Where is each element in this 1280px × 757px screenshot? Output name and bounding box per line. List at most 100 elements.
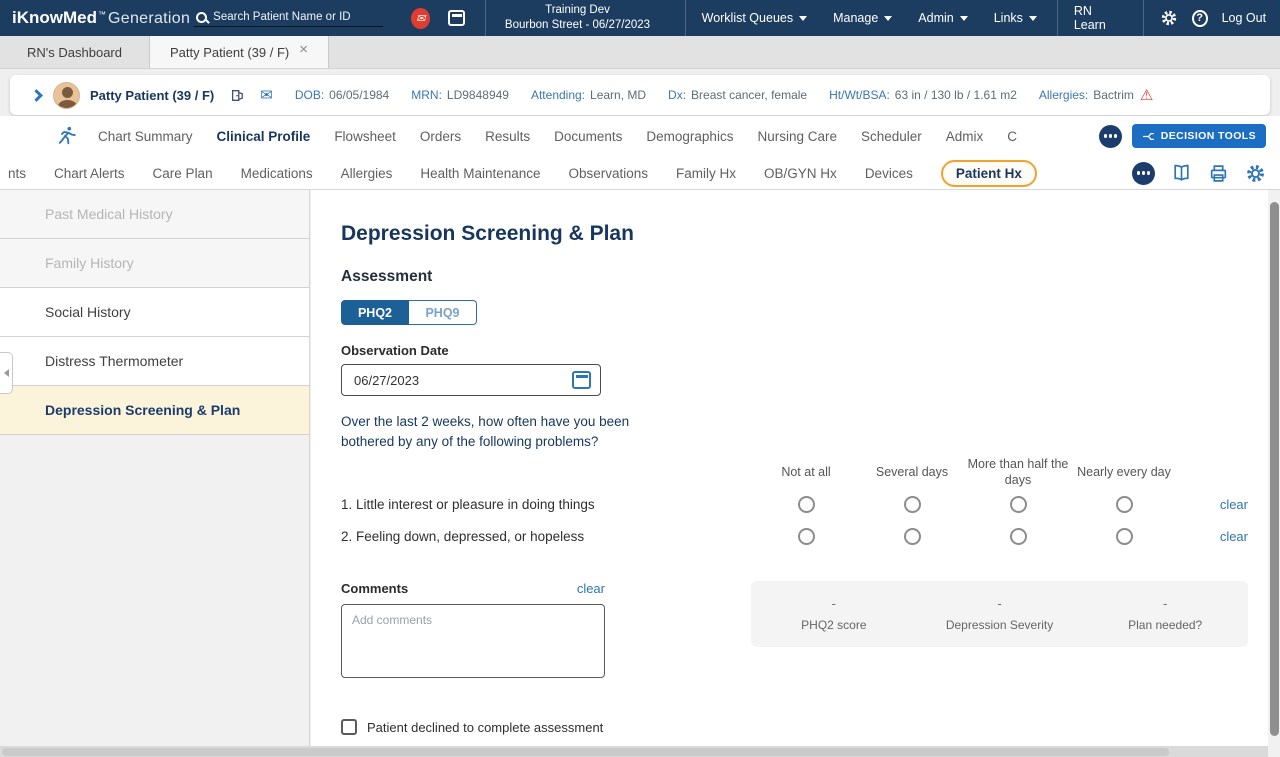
horizontal-scrollbar-thumb[interactable] [2,748,1169,756]
subnav-care-plan[interactable]: Care Plan [153,166,213,181]
nav-overflow-button[interactable] [1099,125,1122,148]
field-value: 06/05/1984 [329,88,389,102]
patient-search-input[interactable] [213,11,381,23]
sidebar-item-social-history[interactable]: Social History [0,288,309,337]
q2-more-than-half-radio[interactable] [1010,528,1027,545]
room-status-button[interactable] [230,88,244,103]
question-text: 2. Feeling down, depressed, or hopeless [341,529,753,544]
subnav-family-hx[interactable]: Family Hx [676,166,736,181]
decision-tools-button[interactable]: DECISION TOOLS [1132,124,1266,148]
patient-search [194,9,383,27]
log-out-button[interactable]: Log Out [1222,11,1266,25]
subnav-allergies[interactable]: Allergies [341,166,393,181]
nav-orders[interactable]: Orders [420,129,461,144]
message-patient-button[interactable] [260,86,273,104]
subnav-item-truncated[interactable]: nts [8,166,26,181]
sidebar-item-past-medical-history: Past Medical History [0,190,309,239]
dob-field: DOB: 06/05/1984 [295,88,389,102]
chevron-down-icon [960,16,968,21]
comments-header: Comments clear [341,581,605,596]
patient-tracker-button[interactable] [56,125,78,147]
field-value: LD9848949 [447,88,509,102]
messages-button[interactable] [411,8,430,29]
q1-clear-link[interactable]: clear [1220,497,1248,512]
vertical-scrollbar-thumb[interactable] [1270,202,1279,736]
worklist-queues-menu[interactable]: Worklist Queues [702,11,807,25]
comments-textarea[interactable] [341,604,605,678]
page-title: Depression Screening & Plan [341,222,1248,246]
attending-field: Attending: Learn, MD [531,88,646,102]
subnav-overflow-button[interactable] [1132,162,1155,185]
subnav-settings-button[interactable] [1245,163,1266,184]
collapse-sidebar-handle[interactable] [0,352,13,394]
settings-gear-button[interactable] [1160,9,1178,27]
observation-date-label: Observation Date [341,343,1248,358]
q1-not-at-all-radio[interactable] [798,496,815,513]
declined-checkbox[interactable] [341,719,357,735]
menu-label: Admin [918,11,953,25]
q1-several-days-radio[interactable] [904,496,921,513]
field-value: Bactrim [1093,88,1134,102]
help-button[interactable] [1192,10,1208,27]
subnav-health-maintenance[interactable]: Health Maintenance [420,166,540,181]
q2-not-at-all-radio[interactable] [798,528,815,545]
score-summary-panel: - PHQ2 score - Depression Severity - Pla… [751,581,1248,647]
date-picker-icon[interactable] [572,371,591,389]
tab-patty-patient[interactable]: Patty Patient (39 / F) × [150,36,329,68]
calendar-button[interactable] [448,10,465,26]
allergies-field: Allergies: Bactrim [1039,88,1134,102]
observation-date-input[interactable] [354,373,572,388]
nav-scheduler[interactable]: Scheduler [861,129,922,144]
q2-nearly-every-day-radio[interactable] [1116,528,1133,545]
nav-nursing-care[interactable]: Nursing Care [757,129,837,144]
nav-flowsheet[interactable]: Flowsheet [334,129,396,144]
subnav-patient-hx[interactable]: Patient Hx [941,160,1037,187]
tab-rns-dashboard[interactable]: RN's Dashboard [0,36,150,68]
phq2-toggle-button[interactable]: PHQ2 [341,300,409,325]
close-tab-icon[interactable]: × [299,41,308,58]
scrollbar-corner [1268,746,1280,757]
nav-chart-summary[interactable]: Chart Summary [98,129,193,144]
observation-date-field [341,364,601,396]
comments-clear-link[interactable]: clear [577,581,605,596]
phq9-toggle-button[interactable]: PHQ9 [409,300,477,325]
sidebar-item-depression-screening[interactable]: Depression Screening & Plan [0,386,309,435]
divider [485,0,486,36]
nav-admix[interactable]: Admix [946,129,984,144]
chevron-down-icon [1029,16,1037,21]
nav-clinical-profile[interactable]: Clinical Profile [217,129,311,144]
sidebar-item-family-history: Family History [0,239,309,288]
subnav-chart-alerts[interactable]: Chart Alerts [54,166,125,181]
sidebar-item-distress-thermometer[interactable]: Distress Thermometer [0,337,309,386]
nav-documents[interactable]: Documents [554,129,622,144]
question-row-1: 1. Little interest or pleasure in doing … [341,488,1248,520]
nav-item-truncated[interactable]: C [1007,129,1017,144]
menu-label: Links [994,11,1023,25]
subnav-obgyn-hx[interactable]: OB/GYN Hx [764,166,837,181]
subnav-medications[interactable]: Medications [241,166,313,181]
horizontal-scrollbar[interactable] [0,746,1268,757]
print-button[interactable] [1208,163,1229,184]
q2-clear-link[interactable]: clear [1220,529,1248,544]
links-menu[interactable]: Links [994,11,1037,25]
q2-several-days-radio[interactable] [904,528,921,545]
nav-results[interactable]: Results [485,129,530,144]
rn-learn-button[interactable]: RN Learn [1074,4,1123,32]
patient-avatar[interactable] [53,82,80,109]
manage-menu[interactable]: Manage [833,11,892,25]
allergy-alert-icon[interactable] [1140,86,1153,104]
q1-nearly-every-day-radio[interactable] [1116,496,1133,513]
subnav-observations[interactable]: Observations [569,166,649,181]
environment-name: Training Dev [494,3,660,18]
patient-name: Patty Patient (39 / F) [90,88,214,103]
expand-banner-icon[interactable] [30,89,43,102]
subnav-devices[interactable]: Devices [865,166,913,181]
reference-book-button[interactable] [1171,163,1192,184]
q1-more-than-half-radio[interactable] [1010,496,1027,513]
nav-demographics[interactable]: Demographics [646,129,733,144]
clinical-profile-subnav: nts Chart Alerts Care Plan Medications A… [0,156,1280,190]
gear-icon [1245,163,1266,184]
vertical-scrollbar[interactable] [1268,190,1280,746]
admin-menu[interactable]: Admin [918,11,967,25]
brand-name: iKnowMed [12,8,97,28]
